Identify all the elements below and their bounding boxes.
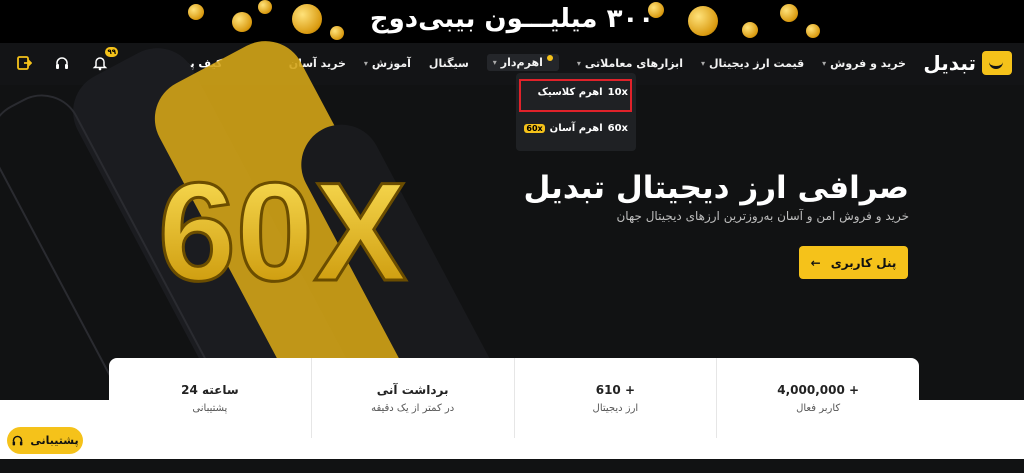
chevron-down-icon: ▾	[492, 58, 497, 67]
cta-label: پنل کاربری	[830, 255, 897, 270]
logo-icon	[982, 51, 1012, 75]
nav-item-leverage[interactable]: اهرم‌دار ▾	[486, 54, 559, 71]
login-icon[interactable]	[14, 53, 34, 73]
notification-badge: ۹۹	[105, 47, 118, 57]
stat-instant-withdraw: برداشت آنی در کمتر از یک دقیقه	[310, 358, 514, 438]
chevron-down-icon: ▾	[363, 59, 368, 68]
stat-value: 24 ساعته	[181, 382, 239, 397]
headset-icon	[13, 435, 23, 446]
nav-label: اهرم‌دار	[500, 56, 543, 69]
chevron-down-icon: ▾	[576, 59, 581, 68]
support-button[interactable]: پشتیبانی	[7, 427, 83, 454]
leverage-60x-artwork: 60X	[157, 152, 409, 311]
dropdown-label: اهرم آسان	[549, 123, 603, 134]
nav-label: قیمت ارز دیجیتال	[708, 57, 805, 70]
logo-text: تبدیل	[923, 51, 976, 75]
dropdown-item-easy[interactable]: 60x اهرم آسان 60x	[524, 123, 628, 134]
nav-label: خرید و فروش	[830, 57, 906, 70]
hero-subtitle: خرید و فروش امن و آسان به‌روزترین ارزهای…	[616, 209, 909, 223]
nav-label: ابزارهای معاملاتی	[584, 57, 683, 70]
stat-active-users: 4,000,000 + کاربر فعال	[716, 358, 919, 438]
nav-item-trading-tools[interactable]: ابزارهای معاملاتی ▾	[577, 56, 683, 71]
stat-value: 610 +	[595, 382, 636, 397]
nav-item-signal[interactable]: سیگنال	[429, 56, 469, 71]
nav-item-education[interactable]: آموزش ▾	[364, 56, 411, 71]
nav-label: آموزش	[371, 57, 411, 70]
stat-label: کاربر فعال	[796, 402, 841, 414]
main-menu: خرید و فروش ▾ قیمت ارز دیجیتال ▾ ابزارهای …	[289, 54, 906, 71]
nav-label: سیگنال	[428, 57, 469, 70]
support-label: پشتیبانی	[30, 434, 79, 447]
chevron-down-icon: ▾	[822, 59, 827, 68]
stats-card: 4,000,000 + کاربر فعال 610 + ارز دیجیتال…	[109, 358, 919, 438]
stat-label: در کمتر از یک دقیقه	[371, 402, 455, 414]
highlight-box	[519, 79, 632, 112]
nav-item-buy-sell[interactable]: خرید و فروش ▾	[822, 56, 906, 71]
promo-title: ۳۰۰ میلیـــون بیبی‌دوج	[369, 4, 655, 34]
user-panel-button[interactable]: پنل کاربری ←	[799, 246, 908, 279]
leverage-tag: 60x	[607, 123, 628, 134]
stat-value: 4,000,000 +	[777, 382, 860, 397]
art-text: 60X	[158, 153, 407, 310]
promo-banner[interactable]: ۳۰۰ میلیـــون بیبی‌دوج	[0, 0, 1024, 43]
stat-coins: 610 + ارز دیجیتال	[513, 358, 717, 438]
arrow-left-icon: ←	[810, 255, 821, 270]
new-dot-icon	[546, 54, 553, 61]
brand-logo[interactable]: تبدیل	[923, 51, 1012, 75]
stat-label: پشتیبانی	[192, 402, 228, 414]
stat-support: 24 ساعته پشتیبانی	[109, 358, 311, 438]
leverage-chip: 60x	[524, 124, 545, 133]
chevron-down-icon: ▾	[700, 59, 705, 68]
headset-icon[interactable]	[52, 53, 72, 73]
nav-item-prices[interactable]: قیمت ارز دیجیتال ▾	[701, 56, 804, 71]
hero-title: صرافی ارز دیجیتال تبدیل	[523, 170, 909, 206]
stat-value: برداشت آنی	[376, 382, 449, 397]
stat-label: ارز دیجیتال	[592, 402, 639, 414]
